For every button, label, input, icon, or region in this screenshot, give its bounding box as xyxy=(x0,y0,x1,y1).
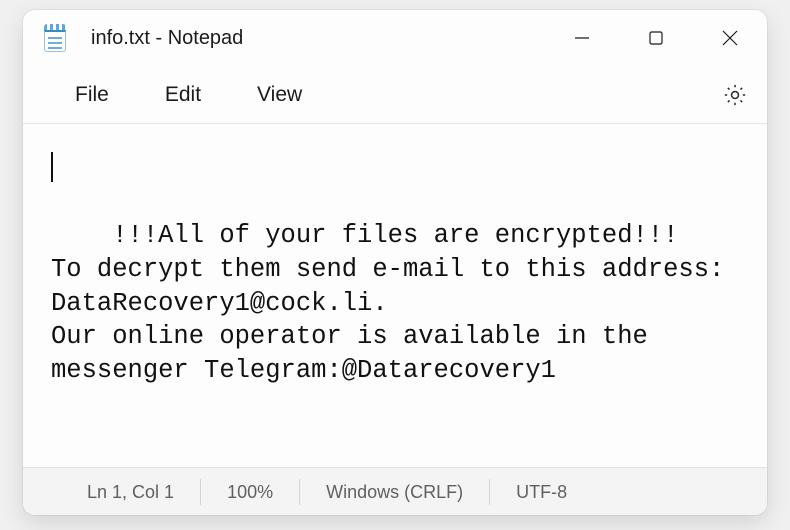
text-caret xyxy=(51,152,53,182)
settings-button[interactable] xyxy=(713,73,757,117)
close-icon xyxy=(720,28,740,48)
maximize-button[interactable] xyxy=(619,10,693,66)
status-encoding: UTF-8 xyxy=(490,479,593,505)
minimize-button[interactable] xyxy=(545,10,619,66)
notepad-window: info.txt - Notepad File Edit View !!!All… xyxy=(23,10,767,515)
status-zoom[interactable]: 100% xyxy=(201,479,300,505)
gear-icon xyxy=(722,82,748,108)
titlebar: info.txt - Notepad xyxy=(23,10,767,66)
close-button[interactable] xyxy=(693,10,767,66)
status-cursor-position: Ln 1, Col 1 xyxy=(31,479,201,505)
maximize-icon xyxy=(647,29,665,47)
menu-view[interactable]: View xyxy=(229,75,330,115)
statusbar: Ln 1, Col 1 100% Windows (CRLF) UTF-8 xyxy=(23,467,767,515)
status-line-ending: Windows (CRLF) xyxy=(300,479,490,505)
window-title: info.txt - Notepad xyxy=(91,27,243,50)
text-editor[interactable]: !!!All of your files are encrypted!!! To… xyxy=(23,124,767,467)
minimize-icon xyxy=(573,29,591,47)
window-controls xyxy=(545,10,767,66)
notepad-app-icon xyxy=(41,24,69,52)
menubar: File Edit View xyxy=(23,66,767,124)
menu-edit[interactable]: Edit xyxy=(137,75,229,115)
menu-file[interactable]: File xyxy=(47,75,137,115)
editor-content: !!!All of your files are encrypted!!! To… xyxy=(51,221,740,385)
